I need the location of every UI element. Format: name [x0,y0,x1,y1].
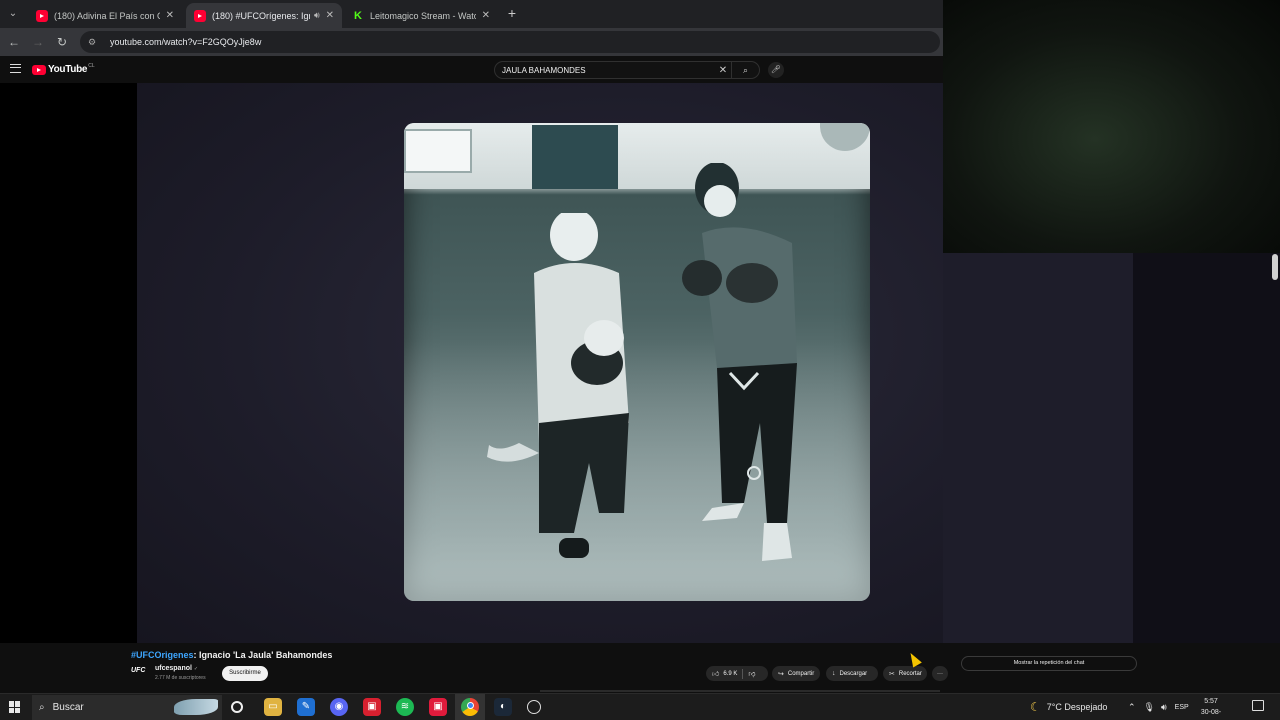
country-code: CL [88,63,95,69]
fighter-figure [682,163,797,561]
file-explorer-icon[interactable]: ▭ [264,698,282,716]
divider-line [540,690,940,692]
youtube-header: YouTube CL [0,56,943,83]
like-divider [742,668,744,679]
tab-leitomagico-stream[interactable]: K Leitomagico Stream - Watch Li ✕ [344,3,498,28]
moon-weather-icon: ☾ [1030,700,1041,714]
weather-text: 7°C Despejado [1046,702,1108,712]
tab-close-icon[interactable]: ✕ [482,10,490,21]
search-icon: ⌕ [39,702,45,713]
verified-check-icon: ✓ [193,666,199,672]
gym-window [404,129,472,173]
tab-close-icon[interactable]: ✕ [166,10,174,21]
download-icon: ↓ [832,670,836,677]
video-title-text: : Ignacio 'La Jaula' Bahamondes [193,650,333,660]
subscribe-button[interactable]: Suscribirme [222,666,268,681]
language-indicator[interactable]: ESP [1175,704,1189,711]
tab-adivina-el-pais[interactable]: (180) Adivina El País con Gaspi ✕ [28,3,182,28]
taskbar-search-input[interactable]: Buscar [53,702,84,713]
address-url[interactable]: youtube.com/watch?v=F2GQOyJje8w [110,37,261,47]
more-actions-button[interactable]: ··· [932,666,948,681]
clock-date: 30-08-2025 [1200,709,1222,716]
search-highlight-shark-icon [174,699,218,715]
tab-search-chevron-icon[interactable]: ⌄ [4,5,22,23]
clear-search-icon[interactable]: ✕ [715,65,731,76]
speaker-icon[interactable]: 🔊︎ [314,10,320,21]
share-label: Compartir [787,670,815,677]
forward-arrow-icon[interactable]: → [30,34,46,50]
youtube-wordmark: YouTube [48,64,88,75]
scissors-icon: ✂ [889,670,895,678]
show-chat-replay-button[interactable]: Mostrar la repetición del chat [961,656,1137,671]
clip-label: Recortar [898,670,922,677]
site-settings-icon[interactable]: ⚙ [88,37,100,48]
kick-favicon-icon: K [354,9,362,22]
channel-name-text[interactable]: ufcespanol [155,665,192,672]
browser-toolbar: ← → ↻ ⚙ youtube.com/watch?v=F2GQOyJje8w [0,28,943,56]
discord-icon[interactable]: ◉ [330,698,348,716]
thumbs-up-icon[interactable]: 👍︎ [712,669,719,678]
new-tab-plus-icon[interactable]: + [504,5,520,21]
tray-chevron-icon[interactable]: ⌃ [1128,702,1136,713]
clock-time: 5:57 [1204,698,1218,705]
youtube-play-logo-icon [32,64,46,75]
search-icon[interactable]: ⌕ [731,62,759,78]
download-label: Descargar [839,670,868,677]
back-arrow-icon[interactable]: ← [6,34,22,50]
address-bar[interactable]: ⚙ youtube.com/watch?v=F2GQOyJje8w [80,31,940,53]
youtube-search-box[interactable]: JAULA BAHAMONDES ✕ ⌕ [494,61,760,79]
spotify-icon[interactable]: ≋ [396,698,414,716]
voice-search-mic-icon[interactable]: 🎤︎ [768,62,784,78]
steam-icon[interactable]: ◐ [494,698,512,716]
coach-figure [487,213,629,558]
system-tray: ⌃ 🎙︎ 🔊︎ ESP [1128,694,1189,720]
hamburger-menu-icon[interactable] [10,64,21,73]
tab-ufc-origenes[interactable]: (180) #UFCOrígenes: Ignaci 🔊︎ ✕ [186,3,342,28]
thumbs-down-icon[interactable]: 👎︎ [748,669,755,678]
browser-tab-bar: ⌄ (180) Adivina El País con Gaspi ✕ (180… [0,0,943,28]
youtube-favicon-icon [36,9,48,22]
search-input[interactable]: JAULA BAHAMONDES [502,66,715,75]
tab-close-icon[interactable]: ✕ [326,10,334,21]
video-hashtag-link[interactable]: #UFCOrigenes [131,650,194,660]
weather-widget[interactable]: ☾ 7°C Despejado [1030,694,1107,720]
subscriber-count: 2.77 M de suscriptores [155,675,206,681]
notification-center-icon[interactable] [1252,700,1264,711]
share-button[interactable]: ↪ Compartir [772,666,820,681]
photo-editor-icon[interactable]: ✎ [297,698,315,716]
tab-title: (180) #UFCOrígenes: Ignaci [212,10,310,21]
clip-button[interactable]: ✂ Recortar [883,666,927,681]
taskbar-clock[interactable]: 5:57 30-08-2025 [1196,696,1226,720]
youtube-favicon-icon [194,9,206,22]
tab-title: Leitomagico Stream - Watch Li [370,10,476,21]
youtube-logo[interactable]: YouTube CL [32,63,95,75]
reload-icon[interactable]: ↻ [54,34,70,50]
channel-avatar[interactable]: UFC [131,667,149,679]
panel-fill [943,253,1133,643]
scrollbar-thumb[interactable] [1272,254,1278,280]
download-button[interactable]: ↓ Descargar [826,666,878,681]
app-red-icon-2[interactable]: ▣ [429,698,447,716]
wall-banner [532,125,618,189]
obs-icon[interactable] [527,700,541,714]
like-count[interactable]: 6.9 K [723,671,737,677]
windows-taskbar: ⌕ Buscar ▭ ✎ ◉ ▣ ≋ ▣ ◐ ☾ 7°C Despejado ⌃… [0,693,1280,720]
cortana-circle-icon[interactable] [231,701,243,713]
volume-icon[interactable]: 🔊︎ [1161,702,1167,713]
like-dislike-group: 👍︎ 6.9 K 👎︎ [706,666,768,681]
app-red-icon[interactable]: ▣ [363,698,381,716]
windows-start-icon[interactable] [9,701,21,713]
chrome-icon[interactable] [461,698,479,716]
video-title: #UFCOrigenes: Ignacio 'La Jaula' Bahamon… [131,650,332,660]
right-side-panel [943,253,1280,643]
microphone-icon[interactable]: 🎙︎ [1144,702,1155,713]
taskbar-search-box[interactable]: ⌕ Buscar [32,695,222,720]
channel-name[interactable]: ufcespanol ✓ [155,665,198,672]
tab-title: (180) Adivina El País con Gaspi [54,10,160,21]
video-frame-training-scene [404,123,870,601]
share-arrow-icon: ↪ [778,670,784,678]
streamer-webcam-overlay [943,0,1280,253]
